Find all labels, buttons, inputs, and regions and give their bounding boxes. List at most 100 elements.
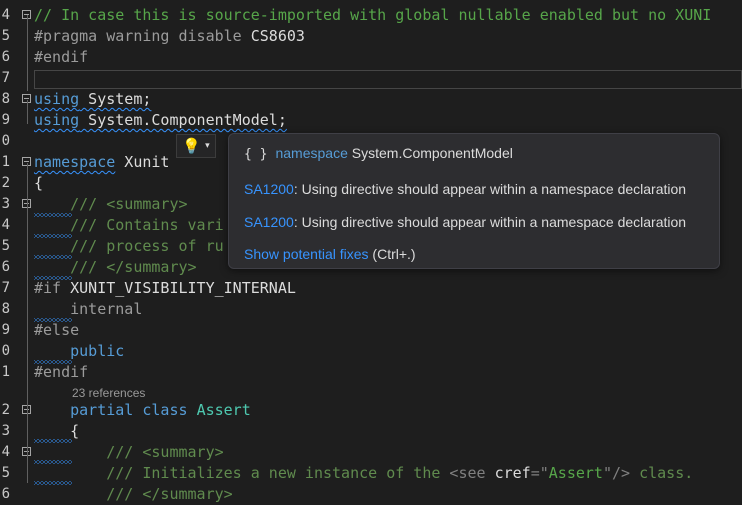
- code-token: Xunit: [115, 153, 170, 171]
- current-line-highlight: [34, 70, 742, 89]
- code-token: {: [34, 174, 44, 192]
- code-line[interactable]: 4 // In case this is source-imported with…: [0, 5, 742, 26]
- code-token: #endif: [34, 363, 89, 381]
- code-text: internal: [34, 299, 142, 320]
- code-token: #if: [34, 279, 71, 297]
- code-token: /// </summary>: [70, 258, 197, 276]
- line-number: 4: [1, 444, 10, 460]
- code-token: /// Contains vari: [70, 216, 224, 234]
- code-token: cref: [494, 464, 531, 482]
- code-line[interactable]: 8 internal: [0, 299, 742, 320]
- fold-guide: [27, 100, 28, 124]
- line-number: 5: [1, 465, 10, 481]
- tooltip-symbol-row: { } namespace System.ComponentModel: [244, 143, 513, 163]
- code-token: =": [530, 464, 549, 482]
- code-text: #endif: [34, 47, 88, 68]
- diagnostic-squiggle: [34, 318, 72, 322]
- diagnostic-squiggle: [34, 213, 72, 217]
- code-line[interactable]: 6 /// </summary>: [0, 484, 742, 505]
- line-number: 6: [1, 49, 10, 65]
- code-token: #else: [34, 321, 80, 339]
- code-token: partial: [70, 401, 134, 419]
- tooltip-kind: namespace: [275, 145, 348, 161]
- code-token: Assert: [196, 401, 251, 419]
- code-line[interactable]: 1 #endif: [0, 362, 742, 383]
- line-number: 7: [1, 280, 10, 296]
- code-line[interactable]: 5 #pragma warning disable CS8603: [0, 26, 742, 47]
- code-text: /// Contains vari: [34, 215, 224, 236]
- diagnostic-message-1: : Using directive should appear within a…: [293, 181, 687, 197]
- code-token: <see: [449, 464, 495, 482]
- code-token: Assert: [548, 464, 603, 482]
- code-line[interactable]: 8 using System;: [0, 89, 742, 110]
- code-text: #if XUNIT_VISIBILITY_INTERNAL: [34, 278, 296, 299]
- tooltip-symbol: System.ComponentModel: [351, 145, 513, 161]
- line-number: 5: [1, 238, 10, 254]
- diagnostic-squiggle: [34, 439, 72, 443]
- code-line[interactable]: 7 #if XUNIT_VISIBILITY_INTERNAL: [0, 278, 742, 299]
- show-potential-fixes-link[interactable]: Show potential fixes: [244, 246, 369, 262]
- code-token: // In case this is source-imported with …: [34, 6, 712, 24]
- fix-shortcut: (Ctrl+.): [368, 246, 416, 262]
- code-line[interactable]: 4 /// <summary>: [0, 442, 742, 463]
- diagnostic-code-link-1[interactable]: SA1200: [244, 181, 294, 197]
- line-number: 4: [1, 7, 10, 23]
- code-text: namespace Xunit: [34, 152, 169, 173]
- fold-guide: [27, 15, 28, 91]
- code-line[interactable]: 3 {: [0, 421, 742, 442]
- fold-guide: [27, 163, 28, 483]
- code-line[interactable]: 2 partial class Assert: [0, 400, 742, 421]
- diagnostic-message-2: : Using directive should appear within a…: [293, 214, 687, 230]
- chevron-down-icon: ▾: [205, 141, 210, 151]
- line-number: 6: [1, 486, 10, 502]
- line-number: 8: [1, 91, 10, 107]
- tooltip-fix-row: Show potential fixes (Ctrl+.): [244, 244, 416, 264]
- line-number: 1: [1, 364, 10, 380]
- diagnostic-squiggle: [34, 481, 72, 485]
- codelens-references[interactable]: 23 references: [72, 383, 145, 403]
- line-number: 4: [1, 217, 10, 233]
- code-token: public: [70, 342, 125, 360]
- code-token: namespace: [34, 153, 116, 171]
- diagnostic-squiggle: [34, 276, 72, 280]
- code-token: "/>: [602, 464, 631, 482]
- code-token: /// </summary>: [106, 485, 233, 503]
- code-token: class.: [630, 464, 694, 482]
- quick-actions-lightbulb[interactable]: 💡 ▾: [176, 134, 216, 158]
- lightbulb-icon: 💡: [182, 137, 202, 155]
- code-token: {: [34, 422, 80, 440]
- code-line[interactable]: 6 #endif: [0, 47, 742, 68]
- code-token: System.ComponentModel;: [79, 111, 287, 129]
- code-token: /// <summary>: [70, 195, 188, 213]
- code-token: /// <summary>: [106, 443, 224, 461]
- code-line[interactable]: 5 /// Initializes a new instance of the …: [0, 463, 742, 484]
- diagnostic-code-link-2[interactable]: SA1200: [244, 214, 294, 230]
- code-text: /// process of ru: [34, 236, 224, 257]
- code-text: partial class Assert: [34, 400, 251, 421]
- diagnostic-squiggle: [34, 234, 72, 238]
- code-token: #pragma warning disable: [34, 27, 251, 45]
- line-number: 3: [1, 196, 10, 212]
- diagnostic-squiggle: [34, 360, 72, 364]
- line-number: 9: [1, 322, 10, 338]
- diagnostic-squiggle: [34, 255, 72, 259]
- code-line[interactable]: 9 #else: [0, 320, 742, 341]
- code-token: internal: [34, 300, 143, 318]
- line-number: 7: [1, 70, 10, 86]
- code-text: #pragma warning disable CS8603: [34, 26, 305, 47]
- code-line[interactable]: 9 using System.ComponentModel;: [0, 110, 742, 131]
- code-text: {: [34, 173, 43, 194]
- line-number: 9: [1, 112, 10, 128]
- line-number: 0: [1, 133, 10, 149]
- line-number: 1: [1, 154, 10, 170]
- code-token: /// Initializes a new instance of the: [106, 464, 450, 482]
- line-number: 6: [1, 259, 10, 275]
- code-token: using: [34, 111, 80, 129]
- code-token: System;: [79, 90, 152, 108]
- code-text: using System;: [34, 89, 151, 110]
- code-line[interactable]: 0 public: [0, 341, 742, 362]
